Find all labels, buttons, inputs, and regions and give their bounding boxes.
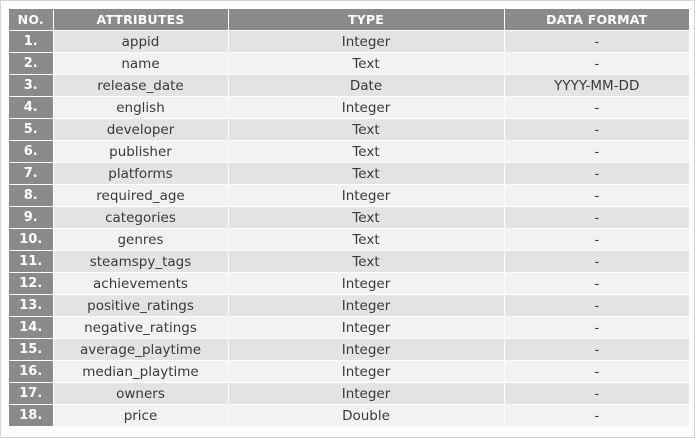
header-type: TYPE: [228, 9, 505, 31]
row-number: 10.: [9, 228, 54, 251]
data-format: -: [504, 382, 689, 405]
row-number: 1.: [9, 30, 54, 53]
attribute-type: Integer: [228, 272, 505, 295]
table-row: 1. appid Integer -: [9, 30, 689, 53]
data-format: -: [504, 404, 689, 427]
table-row: 8. required_age Integer -: [9, 184, 689, 207]
table-row: 10. genres Text -: [9, 228, 689, 251]
header-no: NO.: [9, 9, 54, 31]
table-row: 17. owners Integer -: [9, 382, 689, 405]
row-number: 11.: [9, 250, 54, 273]
table-row: 12. achievements Integer -: [9, 272, 689, 295]
attribute-type: Integer: [228, 294, 505, 317]
attribute-name: release_date: [53, 74, 229, 97]
table-body: 1. appid Integer -2. name Text -3. release_date…: [9, 30, 689, 427]
attribute-type: Double: [228, 404, 505, 427]
row-number: 6.: [9, 140, 54, 163]
data-format: -: [504, 338, 689, 361]
data-format: -: [504, 360, 689, 383]
row-number: 13.: [9, 294, 54, 317]
row-number: 4.: [9, 96, 54, 119]
table-row: 4. english Integer -: [9, 96, 689, 119]
table-row: 16. median_playtime Integer -: [9, 360, 689, 383]
row-number: 18.: [9, 404, 54, 427]
attribute-type: Text: [228, 162, 505, 185]
attribute-type: Text: [228, 228, 505, 251]
attribute-name: categories: [53, 206, 229, 229]
data-format: -: [504, 272, 689, 295]
table-row: 6. publisher Text -: [9, 140, 689, 163]
attribute-name: developer: [53, 118, 229, 141]
attribute-type: Integer: [228, 360, 505, 383]
header-data-format: DATA FORMAT: [504, 9, 689, 31]
data-format: -: [504, 140, 689, 163]
attribute-type: Integer: [228, 184, 505, 207]
attribute-type: Text: [228, 118, 505, 141]
attribute-type: Integer: [228, 96, 505, 119]
attribute-name: achievements: [53, 272, 229, 295]
data-format: -: [504, 228, 689, 251]
table-row: 13. positive_ratings Integer -: [9, 294, 689, 317]
attribute-name: appid: [53, 30, 229, 53]
table-row: 5. developer Text -: [9, 118, 689, 141]
data-format: -: [504, 52, 689, 75]
attribute-type: Text: [228, 206, 505, 229]
header-row: NO. ATTRIBUTES TYPE DATA FORMAT: [9, 9, 689, 31]
attribute-name: owners: [53, 382, 229, 405]
attribute-name: genres: [53, 228, 229, 251]
row-number: 9.: [9, 206, 54, 229]
header-attributes: ATTRIBUTES: [53, 9, 229, 31]
attribute-name: price: [53, 404, 229, 427]
data-format: -: [504, 294, 689, 317]
row-number: 16.: [9, 360, 54, 383]
table-row: 15. average_playtime Integer -: [9, 338, 689, 361]
attribute-type: Integer: [228, 338, 505, 361]
table-row: 2. name Text -: [9, 52, 689, 75]
attribute-type: Integer: [228, 382, 505, 405]
data-format: -: [504, 250, 689, 273]
row-number: 3.: [9, 74, 54, 97]
attribute-name: name: [53, 52, 229, 75]
attribute-name: publisher: [53, 140, 229, 163]
table-row: 11. steamspy_tags Text -: [9, 250, 689, 273]
attribute-type: Integer: [228, 316, 505, 339]
attribute-type: Date: [228, 74, 505, 97]
table-row: 3. release_date Date YYYY-MM-DD: [9, 74, 689, 97]
row-number: 15.: [9, 338, 54, 361]
data-format: -: [504, 184, 689, 207]
attribute-name: platforms: [53, 162, 229, 185]
attribute-type: Text: [228, 52, 505, 75]
row-number: 5.: [9, 118, 54, 141]
row-number: 7.: [9, 162, 54, 185]
data-format: -: [504, 118, 689, 141]
attribute-type: Text: [228, 250, 505, 273]
attribute-name: median_playtime: [53, 360, 229, 383]
attribute-type: Text: [228, 140, 505, 163]
attributes-table: NO. ATTRIBUTES TYPE DATA FORMAT 1. appid I…: [9, 9, 689, 427]
attribute-name: positive_ratings: [53, 294, 229, 317]
data-format: -: [504, 162, 689, 185]
attribute-name: average_playtime: [53, 338, 229, 361]
row-number: 14.: [9, 316, 54, 339]
attribute-name: steamspy_tags: [53, 250, 229, 273]
table-row: 18. price Double -: [9, 404, 689, 427]
table-row: 9. categories Text -: [9, 206, 689, 229]
data-format: -: [504, 30, 689, 53]
table-frame: NO. ATTRIBUTES TYPE DATA FORMAT 1. appid I…: [0, 0, 695, 438]
row-number: 8.: [9, 184, 54, 207]
table-row: 14. negative_ratings Integer -: [9, 316, 689, 339]
attribute-name: required_age: [53, 184, 229, 207]
row-number: 2.: [9, 52, 54, 75]
attribute-name: english: [53, 96, 229, 119]
data-format: -: [504, 206, 689, 229]
table-row: 7. platforms Text -: [9, 162, 689, 185]
attribute-name: negative_ratings: [53, 316, 229, 339]
attribute-type: Integer: [228, 30, 505, 53]
data-format: YYYY-MM-DD: [504, 74, 689, 97]
row-number: 17.: [9, 382, 54, 405]
data-format: -: [504, 96, 689, 119]
row-number: 12.: [9, 272, 54, 295]
table-header: NO. ATTRIBUTES TYPE DATA FORMAT: [9, 9, 689, 31]
data-format: -: [504, 316, 689, 339]
